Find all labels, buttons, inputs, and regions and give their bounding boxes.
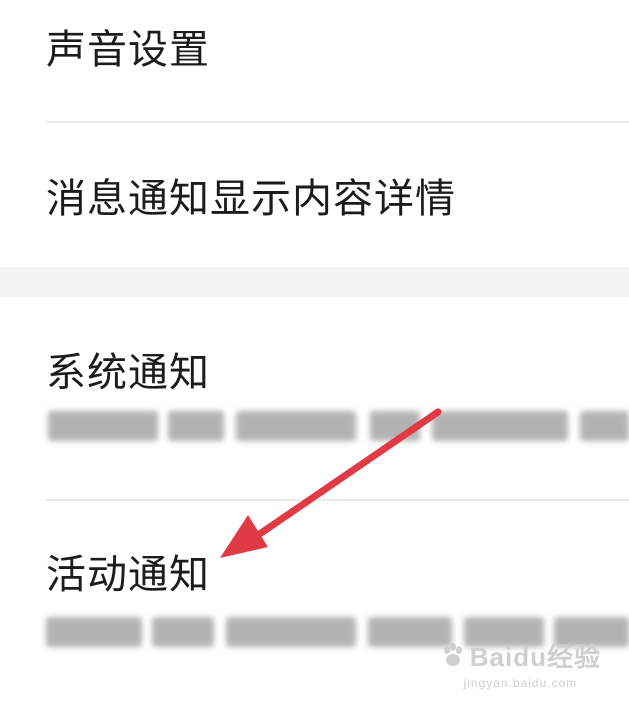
notification-detail-label: 消息通知显示内容详情 — [46, 176, 456, 222]
watermark-url: jingyan.baidu.com — [463, 676, 578, 690]
notification-settings-screen: 声音设置 消息通知显示内容详情 系统通知 活动通知 Baidu经验 jingya… — [0, 0, 629, 704]
baidu-jingyan-watermark: Baidu经验 jingyan.baidu.com — [440, 637, 601, 690]
activity-notification-label: 活动通知 — [46, 552, 210, 598]
system-notification-row[interactable]: 系统通知 — [0, 297, 629, 499]
section-separator — [0, 267, 629, 297]
baidu-paw-icon — [443, 642, 462, 666]
notification-detail-row[interactable]: 消息通知显示内容详情 — [0, 123, 629, 267]
sound-settings-row[interactable]: 声音设置 — [0, 0, 629, 122]
system-notification-label: 系统通知 — [46, 350, 210, 396]
watermark-logo-text: Baidu经验 — [469, 642, 601, 672]
system-notification-description-blurred — [40, 405, 629, 447]
sound-settings-label: 声音设置 — [46, 27, 210, 73]
